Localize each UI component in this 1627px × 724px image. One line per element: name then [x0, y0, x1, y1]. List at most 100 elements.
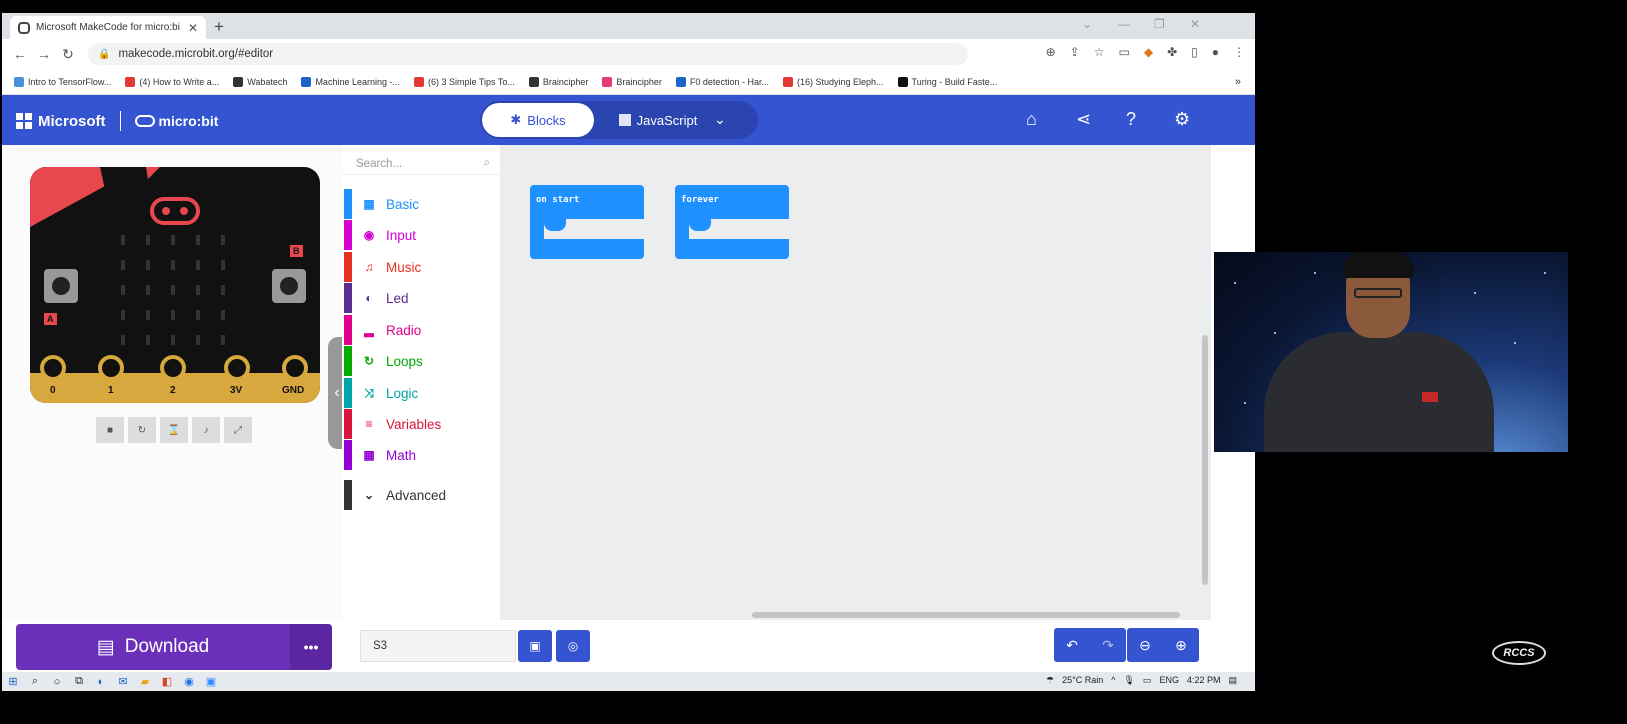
menu-kebab-icon[interactable]: ⋮	[1233, 45, 1245, 59]
forward-arrow-icon[interactable]: →	[32, 46, 56, 62]
bookmark-item[interactable]: (4) How to Write a...	[125, 76, 219, 87]
category-led[interactable]: ◐ Led	[344, 283, 500, 313]
zoom-in-icon[interactable]: ⊕	[1163, 628, 1199, 662]
bookmark-item[interactable]: Braincipher	[528, 76, 588, 87]
notification-icon[interactable]: ▤	[1228, 675, 1237, 686]
category-radio[interactable]: ▂ Radio	[344, 315, 500, 345]
category-variables[interactable]: ≡ Variables	[344, 409, 500, 439]
bookmark-item[interactable]: Braincipher	[602, 76, 662, 87]
button-a[interactable]	[44, 269, 78, 303]
cortana-icon[interactable]: ○	[46, 676, 68, 688]
microbit-simulator[interactable]: A B 0 1 2 3V GND	[30, 167, 320, 403]
tray-chevron-icon[interactable]: ^	[1111, 675, 1115, 686]
horizontal-scrollbar[interactable]	[752, 612, 1180, 618]
pin-label: 0	[50, 385, 56, 396]
install-icon[interactable]: ⊕	[1046, 45, 1056, 59]
bookmark-item[interactable]: F0 detection - Har...	[675, 76, 769, 87]
tab-search-icon[interactable]: ⌄	[1082, 17, 1092, 31]
close-window-icon[interactable]: ✕	[1190, 17, 1200, 31]
battery-icon[interactable]: ▭	[1143, 675, 1152, 686]
bookmark-favicon-icon	[897, 76, 908, 87]
pin-3v[interactable]	[224, 355, 250, 381]
save-button[interactable]: ▣	[518, 630, 552, 662]
zoom-out-icon[interactable]: ⊖	[1127, 628, 1163, 662]
chevron-down-icon[interactable]: ⌄	[714, 111, 726, 128]
github-icon: ◎	[567, 639, 579, 653]
weather-text[interactable]: 25°C Rain	[1062, 675, 1103, 686]
address-bar[interactable]: 🔒 makecode.microbit.org/#editor	[88, 43, 968, 65]
toolbox-search-input[interactable]: Search... ⌕	[342, 153, 500, 175]
javascript-button[interactable]: JavaScript	[608, 103, 708, 137]
zoom-app-icon[interactable]: ▣	[200, 675, 222, 688]
profile-avatar-icon[interactable]: ●	[1212, 45, 1219, 59]
bookmark-item[interactable]: (6) 3 Simple Tips To...	[413, 76, 515, 87]
mail-icon[interactable]: ✉	[112, 675, 134, 688]
metamask-extension-icon[interactable]: ◆	[1144, 45, 1153, 59]
home-icon[interactable]: ⌂	[1026, 109, 1037, 130]
sidebar-icon[interactable]: ▯	[1191, 45, 1198, 59]
cast-icon[interactable]: ▭	[1119, 45, 1130, 59]
pin-2[interactable]	[160, 355, 186, 381]
microbit-logo-touch-icon[interactable]	[150, 197, 200, 225]
microsoft-logo[interactable]: Microsoft micro:bit	[16, 111, 218, 131]
search-icon[interactable]: ⌕	[24, 675, 46, 688]
back-arrow-icon[interactable]: ←	[8, 46, 32, 62]
download-more-button[interactable]: •••	[290, 624, 332, 670]
share-icon[interactable]: ⋖	[1076, 109, 1091, 130]
forever-block[interactable]: forever	[675, 185, 789, 259]
category-basic[interactable]: ▦ Basic	[344, 189, 500, 219]
undo-icon[interactable]: ↶	[1054, 628, 1090, 662]
edge-browser-icon[interactable]: ◐	[90, 676, 112, 688]
stop-icon[interactable]: ■	[96, 417, 124, 443]
vertical-scrollbar[interactable]	[1202, 335, 1208, 585]
bookmark-star-icon[interactable]: ☆	[1094, 45, 1105, 59]
blocks-button[interactable]: ✱ Blocks	[482, 103, 594, 137]
on-start-block[interactable]: on start	[530, 185, 644, 259]
gear-icon[interactable]: ⚙	[1174, 109, 1190, 130]
microphone-icon[interactable]: 🎙	[1123, 675, 1134, 686]
mute-icon[interactable]: ♪	[192, 417, 220, 443]
restart-icon[interactable]: ↻	[128, 417, 156, 443]
maximize-icon[interactable]: ❐	[1154, 17, 1165, 31]
help-icon[interactable]: ?	[1126, 109, 1136, 130]
category-advanced[interactable]: ⌄ Advanced	[344, 480, 500, 510]
extensions-puzzle-icon[interactable]: ✤	[1167, 45, 1177, 59]
category-loops[interactable]: ↻ Loops	[344, 346, 500, 376]
project-name-input[interactable]: S3	[360, 630, 516, 662]
new-tab-icon[interactable]: +	[214, 17, 224, 37]
bookmark-item[interactable]: Intro to TensorFlow...	[14, 76, 111, 87]
bookmark-item[interactable]: Wabatech	[233, 76, 287, 87]
file-explorer-icon[interactable]: ▰	[134, 675, 156, 688]
task-view-icon[interactable]: ⧉	[68, 675, 90, 688]
minimize-icon[interactable]: —	[1118, 17, 1130, 31]
bookmark-item[interactable]: Turing - Build Faste...	[897, 76, 997, 87]
fullscreen-icon[interactable]: ⤢	[224, 417, 252, 443]
windows-start-icon[interactable]: ⊞	[2, 675, 24, 688]
category-logic[interactable]: ⤨ Logic	[344, 378, 500, 408]
category-music[interactable]: ♫ Music	[344, 252, 500, 282]
download-button[interactable]: ▤ Download	[16, 636, 290, 659]
slow-motion-icon[interactable]: ⌛	[160, 417, 188, 443]
close-tab-icon[interactable]: ✕	[188, 21, 198, 35]
calculator-icon: ▦	[363, 448, 375, 462]
clock[interactable]: 4:22 PM	[1187, 675, 1221, 686]
category-input[interactable]: ◉ Input	[344, 220, 500, 250]
download-label: Download	[124, 636, 210, 657]
redo-icon[interactable]: ↷	[1090, 628, 1126, 662]
chrome-icon[interactable]: ◉	[178, 675, 200, 688]
reload-icon[interactable]: ↻	[56, 46, 80, 63]
bookmark-item[interactable]: (16) Studying Eleph...	[782, 76, 884, 87]
more-bookmarks-icon[interactable]: »	[1235, 76, 1241, 88]
category-math[interactable]: ▦ Math	[344, 440, 500, 470]
powerpoint-icon[interactable]: ◧	[156, 675, 178, 688]
button-b[interactable]	[272, 269, 306, 303]
github-button[interactable]: ◎	[556, 630, 590, 662]
language-indicator[interactable]: ENG	[1159, 675, 1179, 686]
browser-tab[interactable]: Microsoft MakeCode for micro:bi ✕	[10, 16, 206, 39]
bookmark-item[interactable]: Machine Learning -...	[301, 76, 400, 87]
pin-1[interactable]	[98, 355, 124, 381]
blocks-workspace[interactable]: on start forever	[500, 145, 1211, 620]
share-page-icon[interactable]: ⇪	[1070, 45, 1080, 59]
pin-gnd[interactable]	[282, 355, 308, 381]
pin-0[interactable]	[40, 355, 66, 381]
